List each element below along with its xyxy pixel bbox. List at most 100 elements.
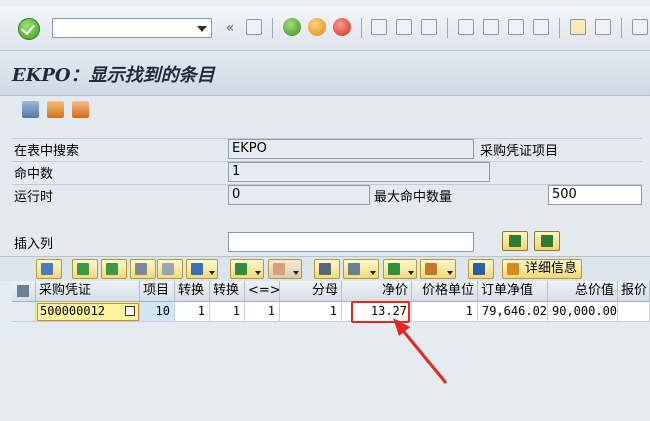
toolbar-separator [272,18,273,38]
runtime-field[interactable]: 0 [228,185,370,205]
search-table-field[interactable]: EKPO [228,139,474,159]
insert-column-label: 插入列 [14,237,54,252]
chevron-down-icon[interactable] [197,26,207,32]
export-icon [388,263,400,275]
alv-toolbar: 详细信息 [0,256,650,281]
col-header-net-price[interactable]: 净价 [342,281,412,302]
item-cell[interactable]: 10 [140,302,175,322]
back-icon[interactable] [283,18,301,36]
save-icon[interactable] [246,19,262,35]
field-select-icon[interactable] [47,101,64,118]
max-hits-field[interactable]: 500 [548,185,642,205]
col-header-quote[interactable]: 报价 [618,281,650,302]
col-header-item[interactable]: 项目 [140,281,175,302]
chevron-down-icon[interactable] [209,271,215,275]
total-value-cell[interactable]: 90,000.00 [548,302,618,322]
sort-asc-button[interactable] [72,259,98,279]
price-unit-cell[interactable]: 1 [412,302,478,322]
toolbar-separator [361,18,362,38]
col-header-po[interactable]: 采购凭证 [36,281,140,302]
sum-button[interactable] [230,259,264,279]
max-hits-label: 最大命中数量 [374,190,453,205]
subtotal-icon [273,263,285,275]
col-header-conv2[interactable]: 转换 [210,281,245,302]
sort-desc-button[interactable] [101,259,127,279]
print-icon[interactable] [371,19,387,35]
export-button[interactable] [383,259,417,279]
chevron-down-icon[interactable] [370,271,376,275]
col-header-net-value[interactable]: 订单净值 [478,281,548,302]
layout-button[interactable] [420,259,456,279]
chevron-down-icon[interactable] [255,271,261,275]
shortcut-icon[interactable] [595,19,611,35]
title-bar: EKPO：显示找到的条目 [0,51,650,96]
conv2-cell[interactable]: 1 [210,302,245,322]
settings-icon[interactable] [72,101,89,118]
system-toolbar: « [0,6,650,51]
help-icon[interactable] [632,19,648,35]
col-header-price-unit[interactable]: 价格单位 [412,281,478,302]
select-all-icon[interactable] [12,281,36,302]
f4-help-icon[interactable] [125,306,135,316]
quote-cell[interactable] [618,302,650,322]
filter-icon [191,263,203,275]
result-grid: 采购凭证 项目 转换 转换 <=> 分母 净价 价格单位 订单净值 总价值 报价… [0,281,650,421]
insert-after-arrow-icon [541,235,553,247]
details-view-button[interactable] [36,259,62,279]
cancel-icon[interactable] [333,18,351,36]
views-icon [348,263,360,275]
chevron-down-icon[interactable] [293,271,299,275]
exit-icon[interactable] [308,18,326,36]
chevron-down-icon[interactable] [408,271,414,275]
find-icon[interactable] [396,19,412,35]
toolbar-separator [559,18,560,38]
col-header-denom[interactable]: 分母 [280,281,342,302]
col-header-total-value[interactable]: 总价值 [548,281,618,302]
nav-prev-icon[interactable]: « [222,18,238,38]
search-table-desc: 采购凭证项目 [480,144,559,159]
find-next-button[interactable] [157,259,183,279]
refresh-icon[interactable] [22,101,39,118]
toolbar-separator [621,18,622,38]
next-page-icon[interactable] [508,19,524,35]
binoculars-icon [135,263,147,275]
denom-cell[interactable]: 1 [280,302,342,322]
row-selector[interactable] [12,302,36,322]
insert-column-field[interactable] [228,232,474,252]
filter-button[interactable] [186,259,218,279]
print-icon [319,263,331,275]
last-page-icon[interactable] [533,19,549,35]
insert-column-after-button[interactable] [534,231,560,251]
info-button[interactable] [468,259,494,279]
first-page-icon[interactable] [458,19,474,35]
conv3-cell[interactable]: 1 [245,302,280,322]
page-title: EKPO：显示找到的条目 [12,65,215,86]
col-header-conv3[interactable]: <=> [245,281,280,302]
hits-label: 命中数 [14,167,54,182]
search-table-label: 在表中搜索 [14,144,80,159]
sort-descending-icon [106,263,118,275]
po-value: 500000012 [40,304,106,318]
new-session-icon[interactable] [570,19,586,35]
enter-check-icon[interactable] [18,18,40,40]
sort-ascending-icon [77,263,89,275]
find-next-icon[interactable] [421,19,437,35]
print-preview-button[interactable] [314,259,340,279]
conv1-cell[interactable]: 1 [175,302,210,322]
prev-page-icon[interactable] [483,19,499,35]
toolbar-separator [447,18,448,38]
po-cell[interactable]: 500000012 [36,302,140,322]
insert-column-button[interactable] [502,231,528,251]
hits-field[interactable]: 1 [228,162,490,182]
chevron-down-icon[interactable] [447,271,453,275]
find-button[interactable] [130,259,156,279]
layout-grid-icon [425,263,437,275]
command-field[interactable] [52,18,212,38]
subtotal-button[interactable] [268,259,302,279]
insert-arrow-icon [509,235,521,247]
info-icon [473,263,485,275]
col-header-conv1[interactable]: 转换 [175,281,210,302]
detail-info-button[interactable]: 详细信息 [502,259,583,279]
views-button[interactable] [343,259,379,279]
net-value-cell[interactable]: 79,646.02 [478,302,548,322]
